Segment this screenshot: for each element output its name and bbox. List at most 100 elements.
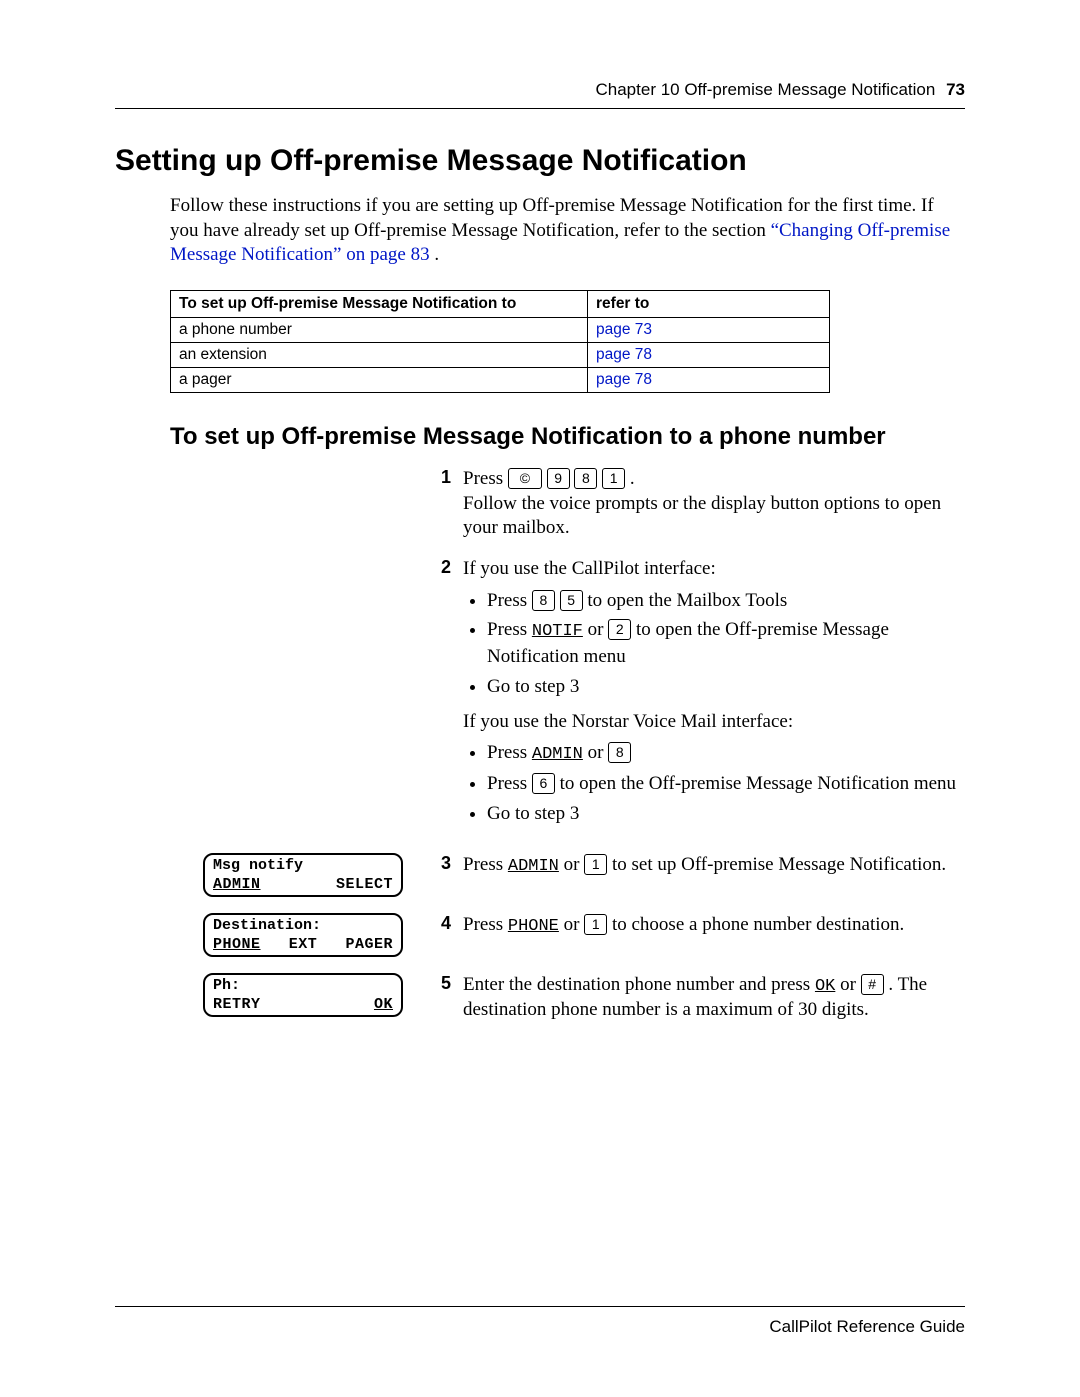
softkey-label: NOTIF [532,622,583,641]
softkey-label: ADMIN [532,745,583,764]
list-item: Go to step 3 [487,674,965,700]
softkey-label: ADMIN [508,857,559,876]
list-item: Press ADMIN or 8 [487,740,965,767]
step-text: If you use the CallPilot interface: [463,558,716,579]
digit-key-icon: 1 [584,914,607,935]
t: or [588,619,609,640]
display-line2: PHONE EXT PAGER [213,935,393,955]
table-header-right: refer to [588,291,830,318]
step-body: Press ADMIN or 1 to set up Off-premise M… [463,853,965,878]
step-text: Press [463,468,508,489]
display-softkey: PHONE [213,935,261,955]
page-number: 73 [946,80,965,99]
page-link[interactable]: page 78 [588,368,830,393]
digit-key-icon: 1 [602,468,625,489]
hash-key-icon: # [861,974,884,995]
page-header: Chapter 10 Off-premise Message Notificat… [115,80,965,109]
display-softkey: RETRY [213,995,261,1015]
display-softkey: SELECT [336,875,393,895]
phone-display: Ph: RETRY OK [203,973,403,1017]
t: or [588,742,609,763]
list-item: Press 6 to open the Off-premise Message … [487,771,965,797]
display-line2: ADMIN SELECT [213,875,393,895]
table-cell: an extension [171,343,588,368]
step-3: Msg notify ADMIN SELECT 3 Press ADMIN or… [203,853,965,897]
step-left: Destination: PHONE EXT PAGER 4 [203,913,463,957]
t: Press [463,854,508,875]
step-left: Msg notify ADMIN SELECT 3 [203,853,463,897]
digit-key-icon: 9 [547,468,570,489]
intro-paragraph: Follow these instructions if you are set… [170,194,965,268]
t: to choose a phone number destination. [612,914,904,935]
display-softkey: ADMIN [213,875,261,895]
step-body: Enter the destination phone number and p… [463,973,965,1023]
display-line1: Msg notify [213,856,393,876]
step-body: Press PHONE or 1 to choose a phone numbe… [463,913,965,938]
page-link[interactable]: page 73 [588,318,830,343]
step-body: Press © 9 8 1 . Follow the voice prompts… [463,467,965,541]
t: Press [487,773,532,794]
page-link[interactable]: page 78 [588,343,830,368]
list-item: Press 8 5 to open the Mailbox Tools [487,588,965,614]
step-left: Ph: RETRY OK 5 [203,973,463,1017]
digit-key-icon: 8 [574,468,597,489]
step-number: 5 [441,973,451,994]
t: Press [487,619,532,640]
phone-display: Msg notify ADMIN SELECT [203,853,403,897]
list-item: Go to step 3 [487,801,965,827]
digit-key-icon: 8 [608,742,631,763]
display-line1: Ph: [213,976,393,996]
table-row: an extension page 78 [171,343,830,368]
softkey-label: OK [815,977,835,996]
reference-table: To set up Off-premise Message Notificati… [170,290,830,393]
step-number: 4 [441,913,451,934]
table-cell: a pager [171,368,588,393]
t: Press [487,590,532,611]
step-number: 2 [203,557,463,578]
t: Press [463,914,508,935]
step-number: 3 [441,853,451,874]
page-footer: CallPilot Reference Guide [115,1306,965,1337]
table-header-left: To set up Off-premise Message Notificati… [171,291,588,318]
t: or [564,914,585,935]
step-text: Follow the voice prompts or the display … [463,493,941,539]
document-page: Chapter 10 Off-premise Message Notificat… [0,0,1080,1397]
digit-key-icon: 5 [560,590,583,611]
step-text: If you use the Norstar Voice Mail interf… [463,710,965,735]
display-softkey: EXT [289,935,318,955]
display-line2: RETRY OK [213,995,393,1015]
phone-display: Destination: PHONE EXT PAGER [203,913,403,957]
digit-key-icon: 1 [584,854,607,875]
display-softkey: OK [374,995,393,1015]
digit-key-icon: 6 [532,773,555,794]
display-softkey: PAGER [345,935,393,955]
digit-key-icon: 8 [532,590,555,611]
table-row: a pager page 78 [171,368,830,393]
page-title: Setting up Off-premise Message Notificat… [115,144,965,178]
chapter-label: Chapter 10 Off-premise Message Notificat… [596,80,936,99]
feature-key-icon: © [508,468,542,489]
bullet-list: Press 8 5 to open the Mailbox Tools Pres… [487,588,965,700]
list-item: Press NOTIF or 2 to open the Off-premise… [487,617,965,670]
softkey-label: PHONE [508,917,559,936]
step-4: Destination: PHONE EXT PAGER 4 Press PHO… [203,913,965,957]
t: Enter the destination phone number and p… [463,974,815,995]
step-1: 1 Press © 9 8 1 . Follow the voice promp… [203,467,965,541]
t: to open the Off-premise Message Notifica… [560,773,956,794]
t: or [564,854,585,875]
section-heading: To set up Off-premise Message Notificati… [170,423,965,451]
t: or [840,974,861,995]
table-cell: a phone number [171,318,588,343]
bullet-list: Press ADMIN or 8 Press 6 to open the Off… [487,740,965,826]
t: Press [487,742,532,763]
step-2: 2 If you use the CallPilot interface: Pr… [203,557,965,836]
step-text: . [630,468,635,489]
t: to open the Mailbox Tools [587,590,787,611]
display-line1: Destination: [213,916,393,936]
steps-container: 1 Press © 9 8 1 . Follow the voice promp… [203,467,965,1022]
step-body: If you use the CallPilot interface: Pres… [463,557,965,836]
step-5: Ph: RETRY OK 5 Enter the destination pho… [203,973,965,1023]
table-row: a phone number page 73 [171,318,830,343]
t: to set up Off-premise Message Notificati… [612,854,946,875]
intro-text-end: . [434,244,439,265]
